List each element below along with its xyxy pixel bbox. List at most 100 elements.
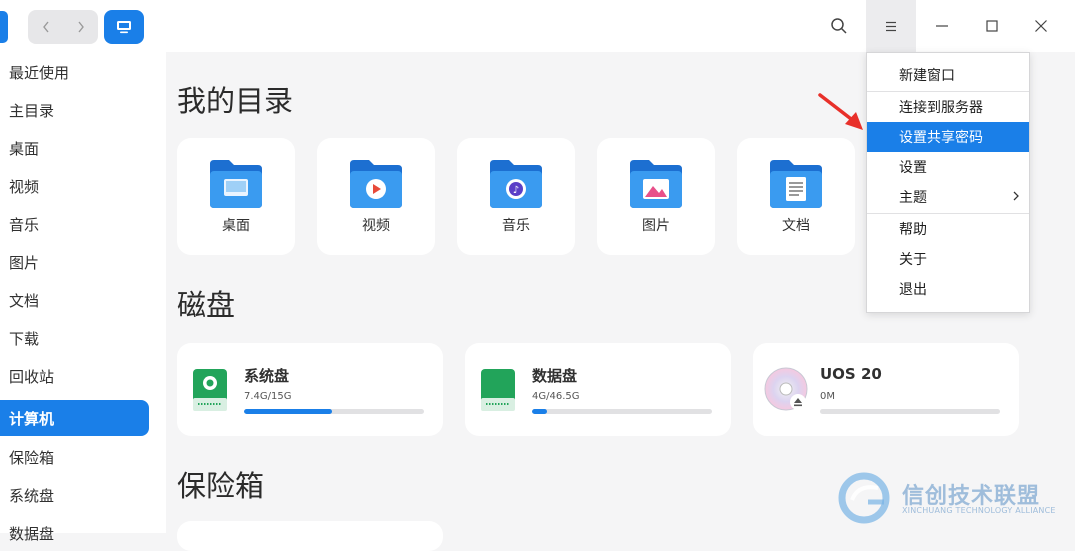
menu-item-label: 主题	[899, 190, 927, 206]
disk-card-optical[interactable]: UOS 20 0M	[753, 343, 1019, 436]
minimize-icon	[936, 25, 948, 27]
data-disk-icon	[481, 369, 515, 411]
red-arrow-annotation	[818, 93, 863, 130]
sidebar-item-music[interactable]: 音乐	[0, 206, 149, 242]
sidebar-item-computer[interactable]: 计算机	[0, 400, 149, 436]
dir-label: 图片	[642, 218, 670, 234]
maximize-button[interactable]	[978, 0, 1006, 52]
close-icon	[1035, 20, 1047, 32]
menu-item-label: 关于	[899, 252, 927, 268]
menu-item-label: 连接到服务器	[899, 100, 983, 116]
sidebar-item-documents[interactable]: 文档	[0, 282, 149, 318]
monitor-icon	[117, 21, 131, 34]
title-bar	[0, 0, 1075, 52]
sidebar-item-home[interactable]: 主目录	[0, 92, 149, 128]
menu-item-exit[interactable]: 退出	[867, 274, 1029, 304]
disk-usage-fill	[532, 409, 548, 414]
dir-label: 音乐	[502, 218, 530, 234]
sidebar-item-data-disk[interactable]: 数据盘	[0, 515, 149, 551]
sidebar-item-videos[interactable]: 视频	[0, 168, 149, 204]
dir-label: 视频	[362, 218, 390, 234]
menu-item-label: 设置	[899, 160, 927, 176]
sidebar-item-label: 视频	[9, 177, 40, 196]
main-menu-button[interactable]	[866, 0, 916, 52]
minimize-button[interactable]	[928, 0, 956, 52]
menu-item-label: 帮助	[899, 222, 927, 238]
documents-folder-icon	[770, 160, 822, 208]
computer-view-button[interactable]	[104, 10, 144, 44]
sidebar-item-label: 图片	[9, 253, 40, 272]
close-button[interactable]	[1027, 0, 1055, 52]
sidebar-item-recent[interactable]: 最近使用	[0, 54, 149, 90]
sidebar-item-label: 主目录	[9, 101, 55, 120]
maximize-icon	[986, 20, 998, 32]
dir-label: 桌面	[222, 218, 250, 234]
sidebar-item-label: 数据盘	[9, 524, 55, 543]
app-logo	[0, 11, 8, 43]
sidebar-item-label: 文档	[9, 291, 40, 310]
optical-disc-icon	[764, 367, 808, 411]
disk-usage-bar	[532, 409, 712, 414]
dir-card-music[interactable]: ♪ 音乐	[457, 138, 575, 255]
back-button[interactable]	[28, 10, 63, 44]
disk-card-system[interactable]: 系统盘 7.4G/15G	[177, 343, 443, 436]
desktop-folder-icon	[210, 160, 262, 208]
sidebar-item-label: 系统盘	[9, 486, 55, 505]
pictures-folder-icon	[630, 160, 682, 208]
dir-card-documents[interactable]: 文档	[737, 138, 855, 255]
navigation-buttons	[28, 10, 98, 44]
disk-name: UOS 20	[820, 365, 882, 383]
disk-usage-fill	[244, 409, 333, 414]
hamburger-menu-icon	[886, 21, 896, 32]
sidebar-item-label: 最近使用	[9, 63, 70, 82]
sidebar-item-label: 桌面	[9, 139, 40, 158]
forward-button[interactable]	[63, 10, 98, 44]
sidebar-item-trash[interactable]: 回收站	[0, 358, 149, 394]
menu-item-set-share-password[interactable]: 设置共享密码	[867, 122, 1029, 152]
my-directories-title: 我的目录	[177, 84, 294, 118]
svg-text:♪: ♪	[513, 185, 519, 196]
vault-title: 保险箱	[177, 469, 265, 503]
menu-item-settings[interactable]: 设置	[867, 152, 1029, 182]
disk-name: 系统盘	[244, 367, 290, 385]
menu-item-label: 新建窗口	[899, 68, 955, 84]
dir-card-pictures[interactable]: 图片	[597, 138, 715, 255]
sidebar-item-label: 保险箱	[9, 448, 55, 467]
search-button[interactable]	[826, 0, 852, 52]
menu-item-label: 设置共享密码	[899, 130, 983, 146]
disk-usage-bar	[820, 409, 1000, 414]
sidebar-item-downloads[interactable]: 下载	[0, 320, 149, 356]
sidebar-item-label: 计算机	[9, 409, 55, 428]
watermark-subtext: XINCHUANG TECHNOLOGY ALLIANCE	[902, 506, 1056, 515]
menu-item-about[interactable]: 关于	[867, 244, 1029, 274]
menu-item-connect-server[interactable]: 连接到服务器	[867, 92, 1029, 122]
chevron-right-icon	[1013, 191, 1019, 201]
alliance-logo	[838, 472, 890, 524]
main-menu-dropdown: 新建窗口 连接到服务器 设置共享密码 设置 主题 帮助 关于 退出	[866, 52, 1030, 313]
sidebar-item-label: 回收站	[9, 367, 55, 386]
disk-name: 数据盘	[532, 367, 578, 385]
disk-size: 4G/46.5G	[532, 391, 580, 402]
disks-title: 磁盘	[177, 288, 236, 322]
system-disk-icon	[193, 369, 227, 411]
menu-item-help[interactable]: 帮助	[867, 214, 1029, 244]
menu-item-label: 退出	[899, 282, 927, 298]
sidebar-item-label: 下载	[9, 329, 40, 348]
music-folder-icon: ♪	[490, 160, 542, 208]
disk-size: 7.4G/15G	[244, 391, 292, 402]
disk-card-data[interactable]: 数据盘 4G/46.5G	[465, 343, 731, 436]
dir-card-desktop[interactable]: 桌面	[177, 138, 295, 255]
sidebar-item-label: 音乐	[9, 215, 40, 234]
video-folder-icon	[350, 160, 402, 208]
search-icon	[831, 18, 847, 34]
chevron-left-icon	[42, 21, 49, 33]
chevron-right-icon	[77, 21, 84, 33]
sidebar-item-desktop[interactable]: 桌面	[0, 130, 149, 166]
sidebar-item-system-disk[interactable]: 系统盘	[0, 477, 149, 513]
vault-card[interactable]	[177, 521, 443, 551]
dir-card-videos[interactable]: 视频	[317, 138, 435, 255]
menu-item-theme[interactable]: 主题	[867, 182, 1029, 212]
menu-item-new-window[interactable]: 新建窗口	[867, 60, 1029, 90]
sidebar-item-vault[interactable]: 保险箱	[0, 439, 149, 475]
sidebar-item-pictures[interactable]: 图片	[0, 244, 149, 280]
